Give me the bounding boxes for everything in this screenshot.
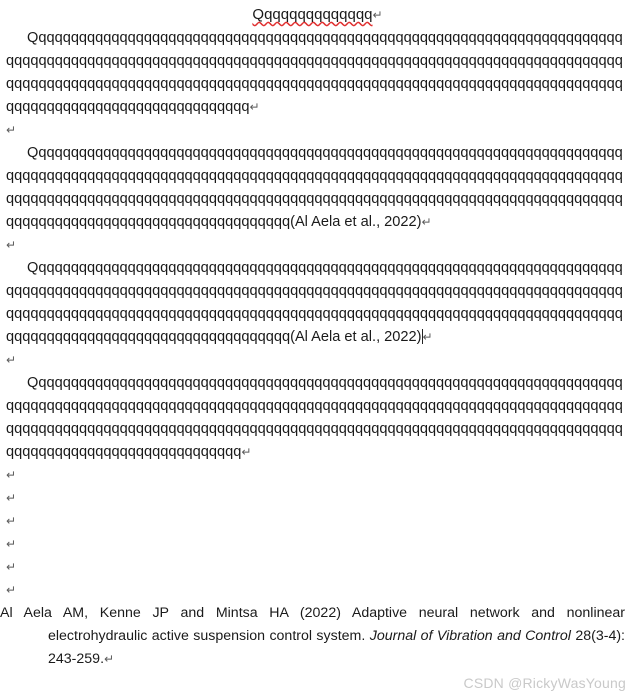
empty-line-return-mark: ↵: [6, 238, 17, 252]
paragraph-4[interactable]: Qqqqqqqqqqqqqqqqqqqqqqqqqqqqqqqqqqqqqqqq…: [0, 372, 635, 464]
document-page: Qqqqqqqqqqqqqq↵ Qqqqqqqqqqqqqqqqqqqqqqqq…: [0, 0, 635, 697]
empty-line-after-p2[interactable]: ↵: [0, 234, 635, 257]
title-return-mark: ↵: [372, 8, 383, 22]
paragraph-3[interactable]: Qqqqqqqqqqqqqqqqqqqqqqqqqqqqqqqqqqqqqqqq…: [0, 257, 635, 349]
paragraph-2-citation: (Al Aela et al., 2022): [290, 214, 422, 230]
empty-line-after-p1[interactable]: ↵: [0, 119, 635, 142]
reference-authors-year: Al Aela AM, Kenne JP and Mintsa HA (2022…: [0, 605, 352, 621]
paragraph-1-return-mark: ↵: [249, 100, 260, 114]
empty-line-return-mark: ↵: [6, 537, 17, 551]
empty-line-return-mark: ↵: [6, 583, 17, 597]
paragraph-2-return-mark: ↵: [421, 215, 432, 229]
paragraph-1[interactable]: Qqqqqqqqqqqqqqqqqqqqqqqqqqqqqqqqqqqqqqqq…: [0, 27, 635, 119]
reference-entry[interactable]: Al Aela AM, Kenne JP and Mintsa HA (2022…: [0, 602, 635, 671]
empty-line-4[interactable]: ↵: [0, 533, 635, 556]
empty-line-return-mark: ↵: [6, 560, 17, 574]
empty-line-3[interactable]: ↵: [0, 510, 635, 533]
reference-journal-name: Journal of Vibration and Control: [369, 628, 571, 644]
empty-line-return-mark: ↵: [6, 123, 17, 137]
paragraph-2[interactable]: Qqqqqqqqqqqqqqqqqqqqqqqqqqqqqqqqqqqqqqqq…: [0, 142, 635, 234]
paragraph-4-text: Qqqqqqqqqqqqqqqqqqqqqqqqqqqqqqqqqqqqqqqq…: [6, 375, 623, 460]
empty-line-return-mark: ↵: [6, 468, 17, 482]
reference-return-mark: ↵: [104, 652, 115, 666]
empty-line-5[interactable]: ↵: [0, 556, 635, 579]
paragraph-3-citation: (Al Aela et al., 2022): [290, 329, 422, 345]
empty-line-return-mark: ↵: [6, 353, 17, 367]
empty-line-6[interactable]: ↵: [0, 579, 635, 602]
paragraph-3-return-mark: ↵: [422, 330, 433, 344]
csdn-watermark: CSDN @RickyWasYoung: [463, 675, 626, 691]
empty-line-return-mark: ↵: [6, 491, 17, 505]
empty-line-after-p3[interactable]: ↵: [0, 349, 635, 372]
paragraph-1-text: Qqqqqqqqqqqqqqqqqqqqqqqqqqqqqqqqqqqqqqqq…: [6, 30, 623, 115]
empty-line-return-mark: ↵: [6, 514, 17, 528]
empty-line-1[interactable]: ↵: [0, 464, 635, 487]
document-title-line: Qqqqqqqqqqqqqq↵: [0, 0, 635, 27]
empty-line-2[interactable]: ↵: [0, 487, 635, 510]
paragraph-4-return-mark: ↵: [241, 445, 252, 459]
page-title[interactable]: Qqqqqqqqqqqqqq: [252, 3, 372, 27]
